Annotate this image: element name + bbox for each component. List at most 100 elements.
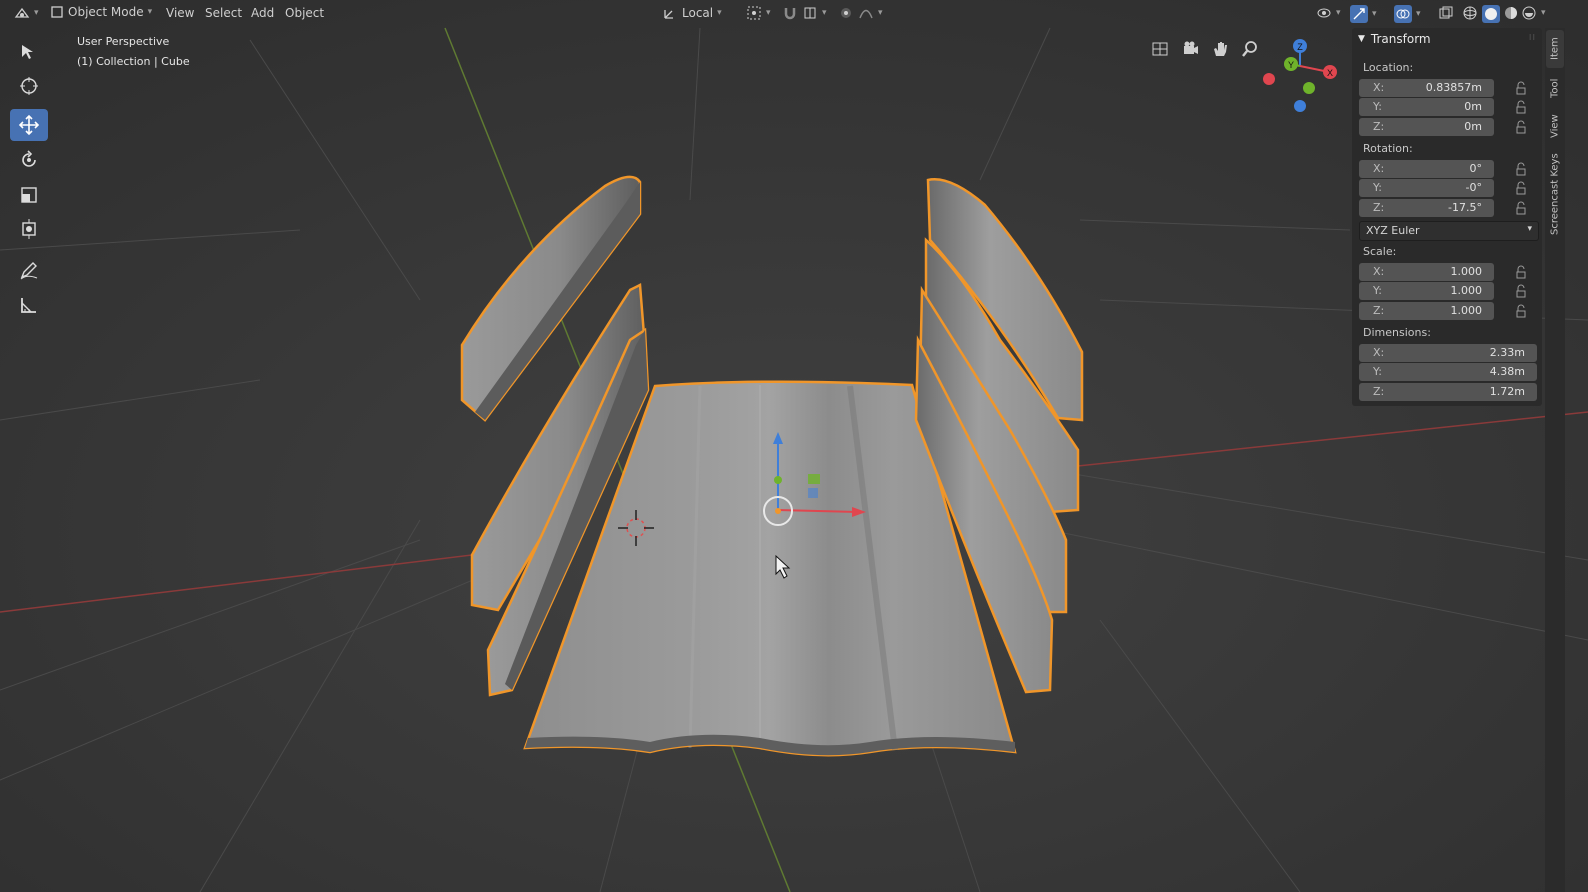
tool-rotate[interactable] bbox=[10, 144, 48, 176]
tool-annotate[interactable] bbox=[10, 254, 48, 286]
location-y-field[interactable]: Y: 0m bbox=[1359, 98, 1494, 116]
scale-x-field[interactable]: X: 1.000 bbox=[1359, 263, 1494, 281]
menu-add[interactable]: Add bbox=[251, 6, 274, 20]
transform-panel: ▼ Transform ⁝⁝ Location: X: 0.83857m Y: 0m… bbox=[1352, 28, 1542, 406]
tab-view[interactable]: View bbox=[1546, 108, 1564, 144]
material-shading-icon bbox=[1505, 7, 1517, 19]
camera-view-button[interactable] bbox=[1179, 38, 1201, 60]
gizmo-icon bbox=[1350, 5, 1368, 23]
chevron-down-icon: ▾ bbox=[1541, 8, 1546, 18]
location-label: Location: bbox=[1363, 61, 1414, 74]
lock-icon[interactable] bbox=[1514, 265, 1528, 279]
scale-y-field[interactable]: Y: 1.000 bbox=[1359, 282, 1494, 300]
falloff-curve-icon bbox=[859, 9, 873, 19]
lock-icon[interactable] bbox=[1514, 81, 1528, 95]
rotation-y-field[interactable]: Y: -0° bbox=[1359, 179, 1494, 197]
mode-select[interactable]: Object Mode ▾ bbox=[50, 5, 152, 19]
chevron-down-icon: ▾ bbox=[1336, 8, 1341, 18]
chevron-down-icon: ▾ bbox=[878, 8, 883, 18]
lock-icon[interactable] bbox=[1514, 284, 1528, 298]
3d-viewport[interactable]: Z X Y bbox=[0, 0, 1588, 892]
tool-measure[interactable] bbox=[10, 289, 48, 321]
measure-ruler-icon bbox=[21, 298, 36, 313]
falloff-select[interactable]: ▾ bbox=[858, 5, 883, 21]
lock-icon[interactable] bbox=[1514, 162, 1528, 176]
gizmo-x-label: X bbox=[1327, 68, 1333, 78]
xray-toggle[interactable] bbox=[1438, 5, 1454, 21]
shading-rendered[interactable]: ▾ bbox=[1521, 5, 1546, 21]
overlays-toggle[interactable]: ▾ bbox=[1394, 5, 1421, 23]
pan-view-button[interactable] bbox=[1209, 38, 1231, 60]
menu-object[interactable]: Object bbox=[285, 6, 324, 20]
dimensions-y-field[interactable]: Y: 4.38m bbox=[1359, 363, 1537, 381]
wireframe-shading-icon bbox=[1463, 6, 1477, 20]
mode-label: Object Mode bbox=[68, 5, 144, 19]
menu-select[interactable]: Select bbox=[205, 6, 242, 20]
tool-transform[interactable] bbox=[10, 213, 48, 245]
drag-handle-icon[interactable]: ⁝⁝ bbox=[1529, 33, 1536, 42]
rendered-shading-icon bbox=[1522, 6, 1536, 20]
sidebar-tabs: Item Tool View Screencast Keys bbox=[1545, 28, 1565, 892]
pivot-icon bbox=[747, 6, 761, 20]
dimensions-x-field[interactable]: X: 2.33m bbox=[1359, 344, 1537, 362]
panel-header[interactable]: ▼ Transform bbox=[1358, 32, 1431, 46]
snap-target-icon bbox=[804, 7, 816, 19]
hand-icon bbox=[1214, 42, 1227, 56]
tool-cursor[interactable] bbox=[10, 70, 48, 102]
tool-select[interactable] bbox=[10, 36, 48, 68]
viewport-header: ▾ Object Mode ▾ View Select Add Object L… bbox=[0, 0, 1588, 28]
lock-icon[interactable] bbox=[1514, 181, 1528, 195]
chevron-down-icon: ▾ bbox=[766, 8, 771, 18]
collection-label: (1) Collection | Cube bbox=[77, 55, 190, 68]
lock-icon[interactable] bbox=[1514, 304, 1528, 318]
shading-material[interactable] bbox=[1503, 5, 1519, 21]
scale-z-field[interactable]: Z: 1.000 bbox=[1359, 302, 1494, 320]
lock-icon[interactable] bbox=[1514, 120, 1528, 134]
object-mode-icon bbox=[51, 6, 63, 18]
scale-label: Scale: bbox=[1363, 245, 1397, 258]
chevron-down-icon: ▾ bbox=[34, 8, 39, 18]
rotation-z-field[interactable]: Z: -17.5° bbox=[1359, 199, 1494, 217]
panel-title: Transform bbox=[1370, 32, 1431, 46]
overlays-icon bbox=[1394, 5, 1412, 23]
transform-tool-icon bbox=[22, 219, 36, 239]
orientation-label: Local bbox=[682, 6, 714, 20]
shading-wireframe[interactable] bbox=[1462, 5, 1478, 21]
pivot-point-select[interactable]: ▾ bbox=[746, 5, 771, 21]
gizmo-toggle[interactable]: ▾ bbox=[1350, 5, 1377, 23]
perspective-label: User Perspective bbox=[77, 35, 170, 48]
chevron-down-icon: ▾ bbox=[822, 8, 827, 18]
visibility-select[interactable]: ▾ bbox=[1316, 5, 1341, 21]
toggle-camera-view-button[interactable] bbox=[1149, 38, 1171, 60]
dimensions-label: Dimensions: bbox=[1363, 326, 1431, 339]
zoom-view-button[interactable] bbox=[1239, 38, 1261, 60]
eye-icon bbox=[1317, 8, 1331, 18]
snap-target-select[interactable]: ▾ bbox=[802, 5, 827, 21]
dimensions-z-field[interactable]: Z: 1.72m bbox=[1359, 383, 1537, 401]
chevron-down-icon: ▾ bbox=[1527, 224, 1532, 234]
tool-move[interactable] bbox=[10, 109, 48, 141]
cursor-tool-icon bbox=[20, 77, 38, 95]
menu-view[interactable]: View bbox=[166, 6, 194, 20]
camera-icon bbox=[1184, 41, 1198, 54]
tool-scale[interactable] bbox=[10, 179, 48, 211]
editor-type-button[interactable]: ▾ bbox=[14, 5, 39, 21]
rotation-mode-select[interactable]: XYZ Euler ▾ bbox=[1359, 221, 1539, 241]
proportional-edit-toggle[interactable] bbox=[838, 5, 854, 21]
lock-icon[interactable] bbox=[1514, 100, 1528, 114]
shading-solid[interactable] bbox=[1482, 5, 1500, 23]
rotation-x-field[interactable]: X: 0° bbox=[1359, 160, 1494, 178]
select-box-icon bbox=[22, 45, 33, 59]
scale-tool-icon bbox=[21, 187, 37, 203]
transform-orientation-select[interactable]: Local ▾ bbox=[662, 5, 722, 21]
location-z-field[interactable]: Z: 0m bbox=[1359, 118, 1494, 136]
lock-icon[interactable] bbox=[1514, 201, 1528, 215]
snap-toggle[interactable] bbox=[782, 5, 798, 21]
chevron-down-icon: ▾ bbox=[147, 7, 153, 17]
tab-screencast-keys[interactable]: Screencast Keys bbox=[1546, 148, 1564, 240]
magnet-icon bbox=[784, 8, 796, 20]
location-x-field[interactable]: X: 0.83857m bbox=[1359, 79, 1494, 97]
tab-tool[interactable]: Tool bbox=[1546, 72, 1564, 104]
tab-item[interactable]: Item bbox=[1546, 30, 1564, 68]
zoom-magnifier-icon bbox=[1242, 41, 1257, 57]
